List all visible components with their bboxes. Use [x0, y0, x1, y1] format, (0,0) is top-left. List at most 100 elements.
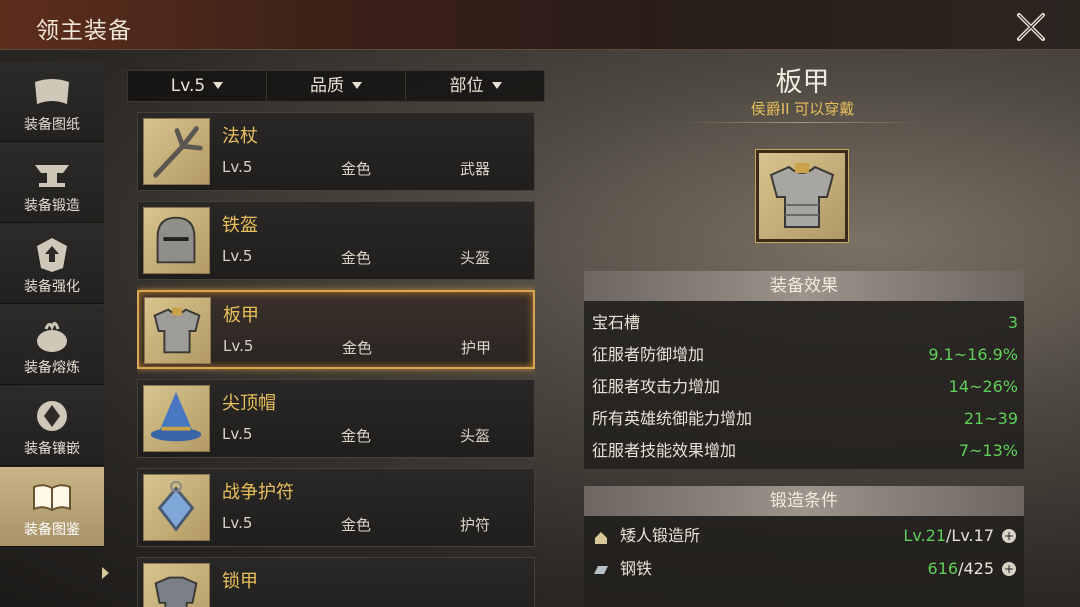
- item-slot: 头盔: [460, 249, 491, 267]
- item-name: 法杖: [222, 126, 258, 147]
- staff-icon: [143, 118, 210, 185]
- level-filter-dropdown[interactable]: Lv.5: [128, 71, 267, 101]
- close-icon[interactable]: [1014, 10, 1048, 44]
- item-level: Lv.5: [222, 247, 253, 265]
- active-indicator-arrow: [102, 567, 109, 579]
- item-name: 铁盔: [222, 215, 258, 236]
- iron-ingot-icon: [594, 566, 608, 574]
- list-item[interactable]: 铁盔 Lv.5 金色 头盔: [137, 201, 535, 280]
- forge-building-icon: [595, 532, 607, 544]
- requirement-value: 616/425: [928, 553, 994, 585]
- title-bar: 领主装备: [0, 0, 1080, 50]
- effect-value: 21~39: [963, 409, 1018, 428]
- item-slot: 护符: [460, 516, 491, 534]
- item-level: Lv.5: [222, 514, 253, 532]
- item-quality: 金色: [341, 160, 372, 178]
- item-quality: 金色: [341, 427, 372, 445]
- effect-value: 3: [1007, 313, 1018, 332]
- gem-socket-icon: [37, 401, 67, 431]
- list-item[interactable]: 尖顶帽 Lv.5 金色 头盔: [137, 379, 535, 458]
- effect-label: 征服者攻击力增加: [592, 377, 721, 396]
- slot-filter-dropdown[interactable]: 部位: [406, 71, 545, 101]
- effect-label: 征服者防御增加: [592, 345, 705, 364]
- sidebar-item-label: 装备锻造: [24, 198, 80, 214]
- scroll-icon: [35, 79, 69, 104]
- plus-icon[interactable]: +: [1002, 529, 1016, 543]
- forge-requirement-row: 矮人锻造所 Lv.21/Lv.17 +: [584, 520, 1024, 552]
- list-item[interactable]: 战争护符 Lv.5 金色 护符: [137, 468, 535, 547]
- have-value: Lv.21: [903, 526, 947, 545]
- item-level: Lv.5: [222, 425, 253, 443]
- item-slot: 护甲: [461, 339, 492, 357]
- need-value: /425: [958, 559, 994, 578]
- effect-value: 7~13%: [958, 441, 1018, 460]
- window-title: 领主装备: [36, 18, 132, 44]
- detail-item-name: 板甲: [775, 67, 830, 98]
- filter-label: Lv.5: [170, 76, 206, 96]
- filter-bar: Lv.5 品质 部位: [127, 70, 545, 102]
- sidebar-item-enhance[interactable]: 装备强化: [0, 224, 104, 304]
- item-name: 战争护符: [222, 482, 294, 503]
- filter-label: 部位: [449, 76, 484, 96]
- amulet-icon: [143, 474, 210, 541]
- item-quality: 金色: [342, 339, 373, 357]
- have-value: 616: [927, 559, 959, 578]
- quality-filter-dropdown[interactable]: 品质: [267, 71, 406, 101]
- sidebar-item-label: 装备熔炼: [24, 360, 80, 376]
- effect-row: 宝石槽 3: [584, 307, 1024, 339]
- plate-armor-icon: [144, 297, 211, 364]
- forge-requirement-row: 钢铁 616/425 +: [584, 553, 1024, 585]
- item-level: Lv.5: [223, 337, 254, 355]
- detail-requirement: 侯爵II 可以穿戴: [750, 100, 855, 118]
- need-value: /Lv.17: [946, 526, 994, 545]
- book-icon: [33, 484, 71, 512]
- cauldron-icon: [37, 322, 67, 352]
- effect-row: 征服者防御增加 9.1~16.9%: [584, 339, 1024, 371]
- item-slot: 武器: [460, 160, 491, 178]
- chainmail-icon: [143, 563, 210, 607]
- equipment-list[interactable]: 法杖 Lv.5 金色 武器 铁盔 Lv.5 金色 头盔 板甲 Lv.5 金色 护…: [137, 112, 535, 607]
- filter-label: 品质: [310, 76, 344, 96]
- sidebar-item-blueprint[interactable]: 装备图纸: [0, 62, 104, 142]
- chevron-down-icon: [491, 82, 502, 89]
- sidebar-item-label: 装备图纸: [24, 117, 80, 133]
- item-quality: 金色: [341, 249, 372, 267]
- chevron-down-icon: [213, 82, 224, 89]
- forge-panel: 矮人锻造所 Lv.21/Lv.17 + 钢铁 616/425 +: [584, 516, 1024, 607]
- sidebar-item-inlay[interactable]: 装备镶嵌: [0, 386, 104, 466]
- anvil-icon: [35, 165, 69, 187]
- sidebar-item-smelt[interactable]: 装备熔炼: [0, 305, 104, 385]
- sidebar-item-label: 装备图鉴: [24, 522, 80, 538]
- requirement-label: 钢铁: [620, 559, 653, 578]
- item-name: 锁甲: [222, 571, 258, 592]
- effect-value: 9.1~16.9%: [928, 345, 1018, 364]
- plus-icon[interactable]: +: [1002, 562, 1016, 576]
- item-level: Lv.5: [222, 158, 253, 176]
- divider: [680, 122, 925, 123]
- sidebar-item-label: 装备镶嵌: [24, 441, 80, 457]
- list-item-selected[interactable]: 板甲 Lv.5 金色 护甲: [137, 290, 535, 369]
- effect-row: 征服者技能效果增加 7~13%: [584, 435, 1024, 467]
- list-item[interactable]: 锁甲: [137, 557, 535, 607]
- effect-label: 所有英雄统御能力增加: [592, 409, 753, 428]
- chevron-down-icon: [352, 82, 362, 89]
- plate-armor-icon: [755, 149, 849, 243]
- sidebar-item-label: 装备强化: [24, 279, 80, 295]
- effect-value: 14~26%: [948, 377, 1018, 396]
- effect-label: 宝石槽: [592, 313, 641, 332]
- sidebar-item-forge[interactable]: 装备锻造: [0, 143, 104, 223]
- requirement-value: Lv.21/Lv.17: [903, 520, 994, 552]
- item-slot: 头盔: [460, 427, 491, 445]
- armor-upgrade-icon: [37, 238, 67, 272]
- item-name: 板甲: [223, 305, 259, 326]
- item-quality: 金色: [341, 516, 372, 534]
- list-item[interactable]: 法杖 Lv.5 金色 武器: [137, 112, 535, 191]
- sidebar-item-codex[interactable]: 装备图鉴: [0, 467, 104, 547]
- effect-row: 所有英雄统御能力增加 21~39: [584, 403, 1024, 435]
- forge-header: 锻造条件: [584, 486, 1024, 516]
- effect-row: 征服者攻击力增加 14~26%: [584, 371, 1024, 403]
- effects-panel: 宝石槽 3 征服者防御增加 9.1~16.9% 征服者攻击力增加 14~26% 所有英…: [584, 301, 1024, 469]
- requirement-label: 矮人锻造所: [620, 526, 701, 545]
- helmet-icon: [143, 207, 210, 274]
- wizard-hat-icon: [143, 385, 210, 452]
